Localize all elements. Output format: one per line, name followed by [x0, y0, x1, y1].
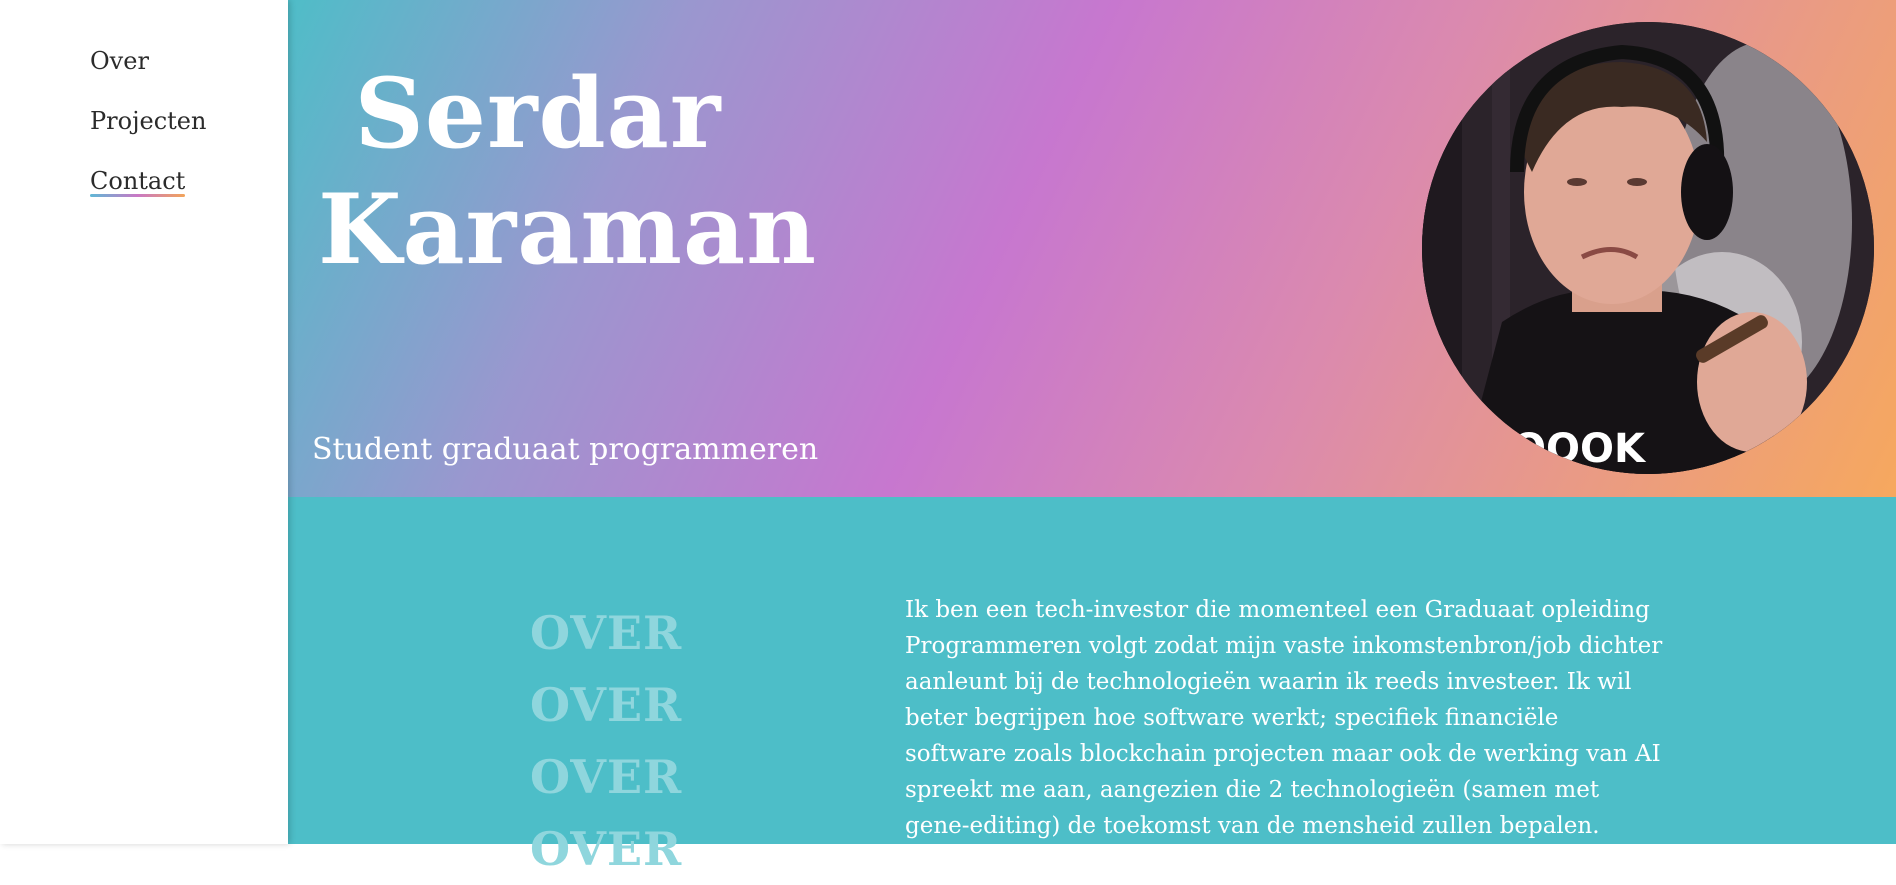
main-nav: Over Projecten Contact: [90, 46, 206, 226]
hero-subtitle: Student graduaat programmeren: [312, 432, 819, 467]
profile-photo: OOOK: [1422, 22, 1874, 474]
title-last-name: Karaman: [318, 173, 817, 286]
about-heading: OVER: [530, 606, 683, 660]
hero-banner: Serdar Karaman Student graduaat programm…: [288, 0, 1896, 497]
about-section: OVER OVER OVER OVER Ik ben een tech-inve…: [288, 497, 1896, 876]
nav-link-contact[interactable]: Contact: [90, 166, 186, 197]
profile-photo-illustration: OOOK: [1422, 22, 1874, 474]
about-text: Ik ben een tech-investor die momenteel e…: [905, 597, 1663, 839]
about-heading-repeat: OVER OVER OVER OVER: [530, 597, 682, 885]
nav-link-over[interactable]: Over: [90, 46, 206, 76]
title-first-name: Serdar: [354, 57, 722, 170]
about-heading: OVER: [530, 822, 683, 876]
nav-link-projecten[interactable]: Projecten: [90, 106, 206, 136]
page-title: Serdar Karaman: [318, 56, 816, 288]
sidebar: Over Projecten Contact: [0, 0, 288, 844]
svg-text:OOOK: OOOK: [1512, 426, 1647, 472]
about-heading: OVER: [530, 750, 683, 804]
about-heading: OVER: [530, 678, 683, 732]
